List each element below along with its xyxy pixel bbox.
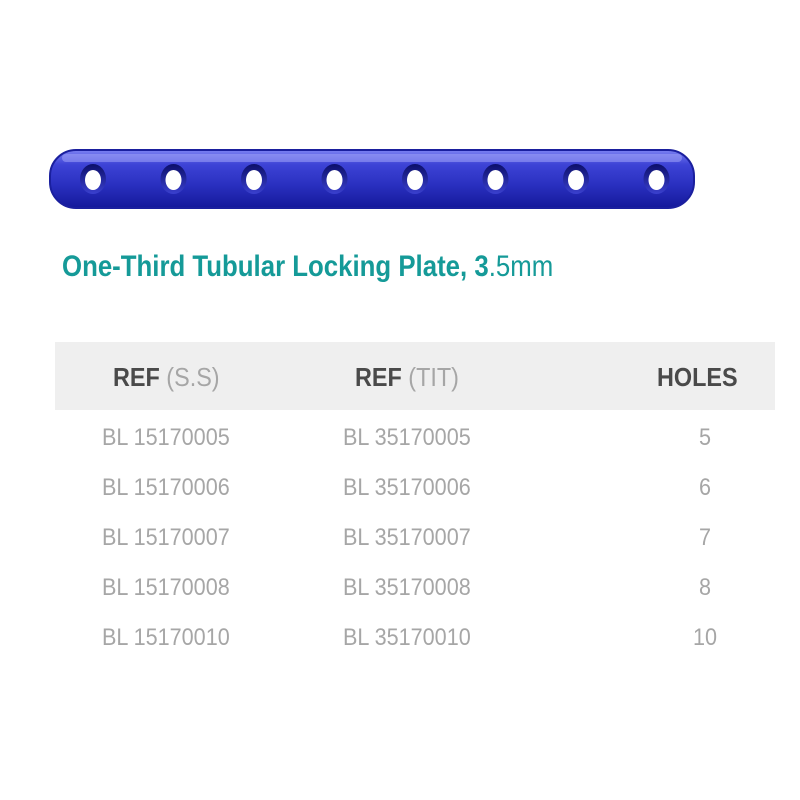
table-row: BL 15170010 BL 35170010 10 — [0, 624, 800, 674]
table-row: BL 15170006 BL 35170006 6 — [0, 474, 800, 524]
product-title: One-Third Tubular Locking Plate, 3.5mm — [62, 250, 553, 284]
cell-ref-ss: BL 15170006 — [102, 474, 230, 501]
header-ref-tit-material: (TIT) — [401, 362, 459, 392]
bone-plate-icon — [48, 148, 696, 210]
plate-hole — [568, 170, 584, 190]
cell-ref-ss: BL 15170007 — [102, 524, 230, 551]
plate-hole — [487, 170, 504, 190]
plate-hole — [85, 170, 101, 190]
table-row: BL 15170005 BL 35170005 5 — [0, 424, 800, 474]
cell-ref-ss: BL 15170010 — [102, 624, 230, 651]
cell-ref-tit: BL 35170008 — [343, 574, 471, 601]
plate-hole — [326, 170, 343, 190]
cell-holes: 6 — [698, 474, 712, 501]
cell-ref-tit: BL 35170010 — [343, 624, 471, 651]
plate-hole — [165, 170, 182, 190]
cell-ref-ss: BL 15170005 — [102, 424, 230, 451]
cell-ref-tit: BL 35170007 — [343, 524, 471, 551]
header-holes-label: HOLES — [657, 362, 738, 392]
plate-hole — [407, 170, 423, 190]
header-ref-ss-material: (S.S) — [159, 362, 220, 392]
plate-hole — [648, 170, 665, 190]
header-ref-ss-label: REF — [113, 362, 160, 392]
plate-hole — [246, 170, 262, 190]
cell-ref-tit: BL 35170005 — [343, 424, 471, 451]
header-holes: HOLES — [657, 362, 738, 393]
table-row: BL 15170007 BL 35170007 7 — [0, 524, 800, 574]
table-row: BL 15170008 BL 35170008 8 — [0, 574, 800, 624]
header-ref-tit-label: REF — [355, 362, 402, 392]
header-ref-tit: REF (TIT) — [355, 362, 459, 393]
cell-ref-ss: BL 15170008 — [102, 574, 230, 601]
product-title-size: .5mm — [488, 250, 554, 283]
header-ref-ss: REF (S.S) — [113, 362, 220, 393]
cell-ref-tit: BL 35170006 — [343, 474, 471, 501]
cell-holes: 8 — [698, 574, 712, 601]
cell-holes: 10 — [692, 624, 718, 651]
cell-holes: 5 — [698, 424, 712, 451]
product-title-main: One-Third Tubular Locking Plate, 3 — [62, 250, 489, 283]
cell-holes: 7 — [698, 524, 712, 551]
